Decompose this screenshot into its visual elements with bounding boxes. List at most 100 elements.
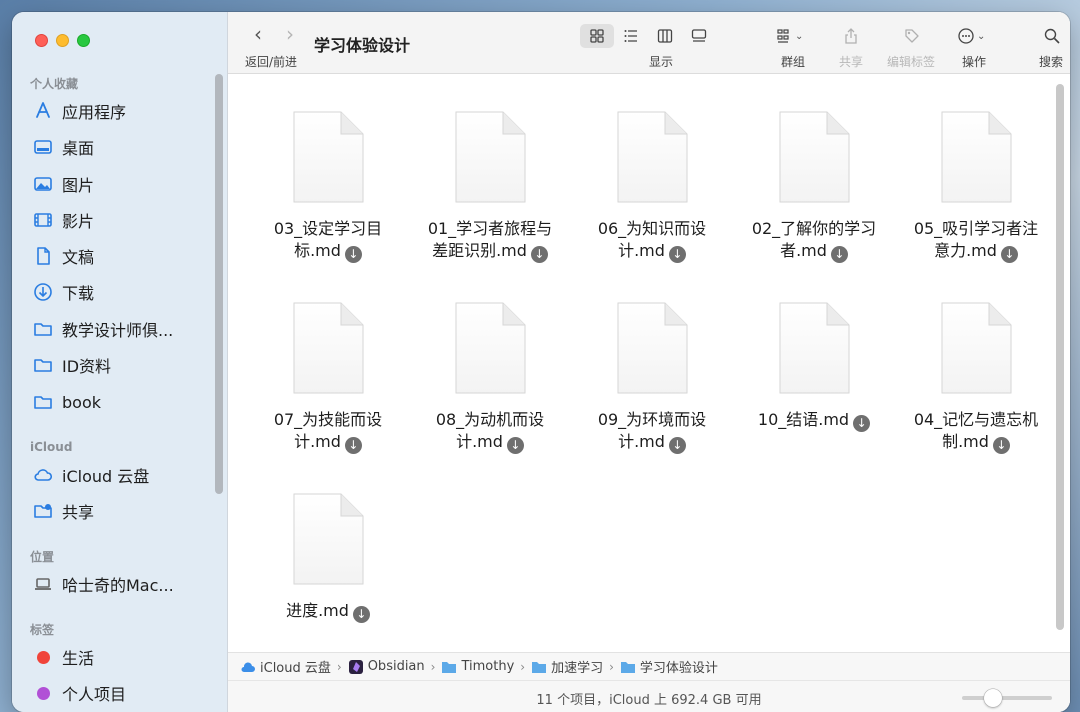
sidebar-tag-personal-project[interactable]: 个人项目 [32,678,212,708]
column-view-button[interactable] [648,24,682,48]
sidebar-scrollbar[interactable] [215,74,223,494]
sidebar-item-downloads[interactable]: 下载 [32,277,212,307]
file-name: 02_了解你的学习 者.md ↓ [739,218,889,263]
nav-buttons: ‹ › [248,24,300,44]
edit-tags-button[interactable] [904,24,920,48]
path-separator: › [520,659,526,674]
sidebar-item-folder-teaching[interactable]: 教学设计师俱... [32,314,212,344]
file-item[interactable]: 进度.md ↓ [253,492,403,623]
file-item[interactable]: 10_结语.md ↓ [739,301,889,432]
file-name-line: 差距识别.md [432,241,527,260]
zoom-window-button[interactable] [77,34,90,47]
minimize-window-button[interactable] [56,34,69,47]
sidebar-item-folder-book[interactable]: book [32,387,212,417]
path-crumb-label: 学习体验设计 [639,661,718,676]
file-name-line: 08_为动机而设 [435,410,545,429]
path-crumb[interactable]: 学习体验设计 [620,657,718,676]
folder-icon [32,318,54,340]
file-item[interactable]: 09_为环境而设 计.md ↓ [577,301,727,454]
action-label: 操作 [962,55,987,69]
desktop-icon [32,136,54,158]
file-item[interactable]: 02_了解你的学习 者.md ↓ [739,110,889,263]
path-crumb[interactable]: Obsidian [348,659,425,674]
file-name: 09_为环境而设 计.md ↓ [577,409,727,454]
icloud-download-icon[interactable]: ↓ [853,414,871,432]
icloud-download-icon[interactable]: ↓ [830,245,848,263]
path-crumb[interactable]: 加速学习 [531,657,603,676]
sidebar-item-pictures[interactable]: 图片 [32,169,212,199]
file-name-line: 05_吸引学习者注 [913,219,1039,238]
icloud-download-icon[interactable]: ↓ [1000,245,1018,263]
file-name-line: 制.md [942,432,989,451]
sidebar-header-icloud: iCloud [30,440,73,454]
main-pane: ‹ › 返回/前进 学习体验设计 显示 ⌄ 群组 共享 编辑标签 ⌄ 操作 搜索… [228,12,1070,712]
file-name-line: 02_了解你的学习 [751,219,877,238]
icloud-download-icon[interactable]: ↓ [352,605,370,623]
file-item[interactable]: 04_记忆与遗忘机制.md ↓ [901,301,1051,454]
icloud-download-icon[interactable]: ↓ [992,436,1010,454]
markdown-file-icon [777,110,851,204]
markdown-file-icon [291,301,365,395]
search-label: 搜索 [1039,55,1064,69]
icon-size-slider[interactable] [962,689,1052,707]
tag-icon [905,29,919,43]
sidebar-item-documents[interactable]: 文稿 [32,241,212,271]
content-scrollbar[interactable] [1056,84,1064,630]
path-separator: › [430,659,436,674]
view-label: 显示 [649,55,674,69]
file-item[interactable]: 06_为知识而设 计.md ↓ [577,110,727,263]
path-crumb-label: Obsidian [367,659,425,674]
file-name: 05_吸引学习者注 意力.md ↓ [901,218,1051,263]
shared-folder-icon [32,500,54,522]
sidebar-item-icloud-drive[interactable]: iCloud 云盘 [32,460,212,490]
gallery-view-button[interactable] [682,24,716,48]
folder-icon [620,660,636,674]
file-name: 03_设定学习目 标.md ↓ [253,218,403,263]
sidebar: 个人收藏 应用程序 桌面 图片 影片 文稿 下载 教学设计师俱... ID资料 … [12,12,228,712]
file-name-line: 计.md [456,432,503,451]
file-name-line: 进度.md [286,601,349,620]
icloud-download-icon[interactable]: ↓ [668,245,686,263]
path-separator: › [609,659,614,674]
sidebar-tag-life[interactable]: 生活 [32,642,212,672]
share-icon [845,28,857,44]
icloud-download-icon[interactable]: ↓ [344,436,362,454]
gallery-icon [691,29,707,42]
search-button[interactable] [1044,24,1060,48]
icloud-download-icon[interactable]: ↓ [344,245,362,263]
sidebar-item-shared[interactable]: 共享 [32,496,212,526]
close-window-button[interactable] [35,34,48,47]
slider-knob[interactable] [984,689,1002,707]
list-view-button[interactable] [614,24,648,48]
sidebar-item-mac[interactable]: 哈士奇的Mac... [32,569,212,599]
icloud-download-icon[interactable]: ↓ [668,436,686,454]
sidebar-item-movies[interactable]: 影片 [32,205,212,235]
path-crumb[interactable]: Timothy [441,659,514,674]
file-name-line: 04_记忆与遗忘机 [913,410,1039,429]
folder-icon [32,391,54,413]
file-item[interactable]: 07_为技能而设 计.md ↓ [253,301,403,454]
pictures-icon [32,173,54,195]
status-bar: 11 个项目，iCloud 上 692.4 GB 可用 [228,680,1070,712]
icloud-download-icon[interactable]: ↓ [530,245,548,263]
icon-view-button[interactable] [580,24,614,48]
sidebar-item-desktop[interactable]: 桌面 [32,132,212,162]
window-title: 学习体验设计 [314,36,411,55]
file-item[interactable]: 03_设定学习目 标.md ↓ [253,110,403,263]
ellipsis-circle-icon [958,28,974,44]
action-button[interactable]: ⌄ [958,24,985,48]
path-crumb-label: Timothy [461,659,515,674]
path-crumb-label: iCloud 云盘 [260,661,331,676]
group-button[interactable]: ⌄ [776,24,803,48]
sidebar-item-applications[interactable]: 应用程序 [32,96,212,126]
sidebar-item-folder-id[interactable]: ID资料 [32,350,212,380]
back-icon[interactable]: ‹ [248,24,268,44]
file-item[interactable]: 01_学习者旅程与 差距识别.md ↓ [415,110,565,263]
file-item[interactable]: 08_为动机而设计.md ↓ [415,301,565,454]
forward-icon[interactable]: › [280,24,300,44]
file-item[interactable]: 05_吸引学习者注 意力.md ↓ [901,110,1051,263]
icloud-download-icon[interactable]: ↓ [506,436,524,454]
share-button[interactable] [843,24,859,48]
path-separator: › [336,659,342,674]
path-crumb[interactable]: iCloud 云盘 [240,657,331,676]
